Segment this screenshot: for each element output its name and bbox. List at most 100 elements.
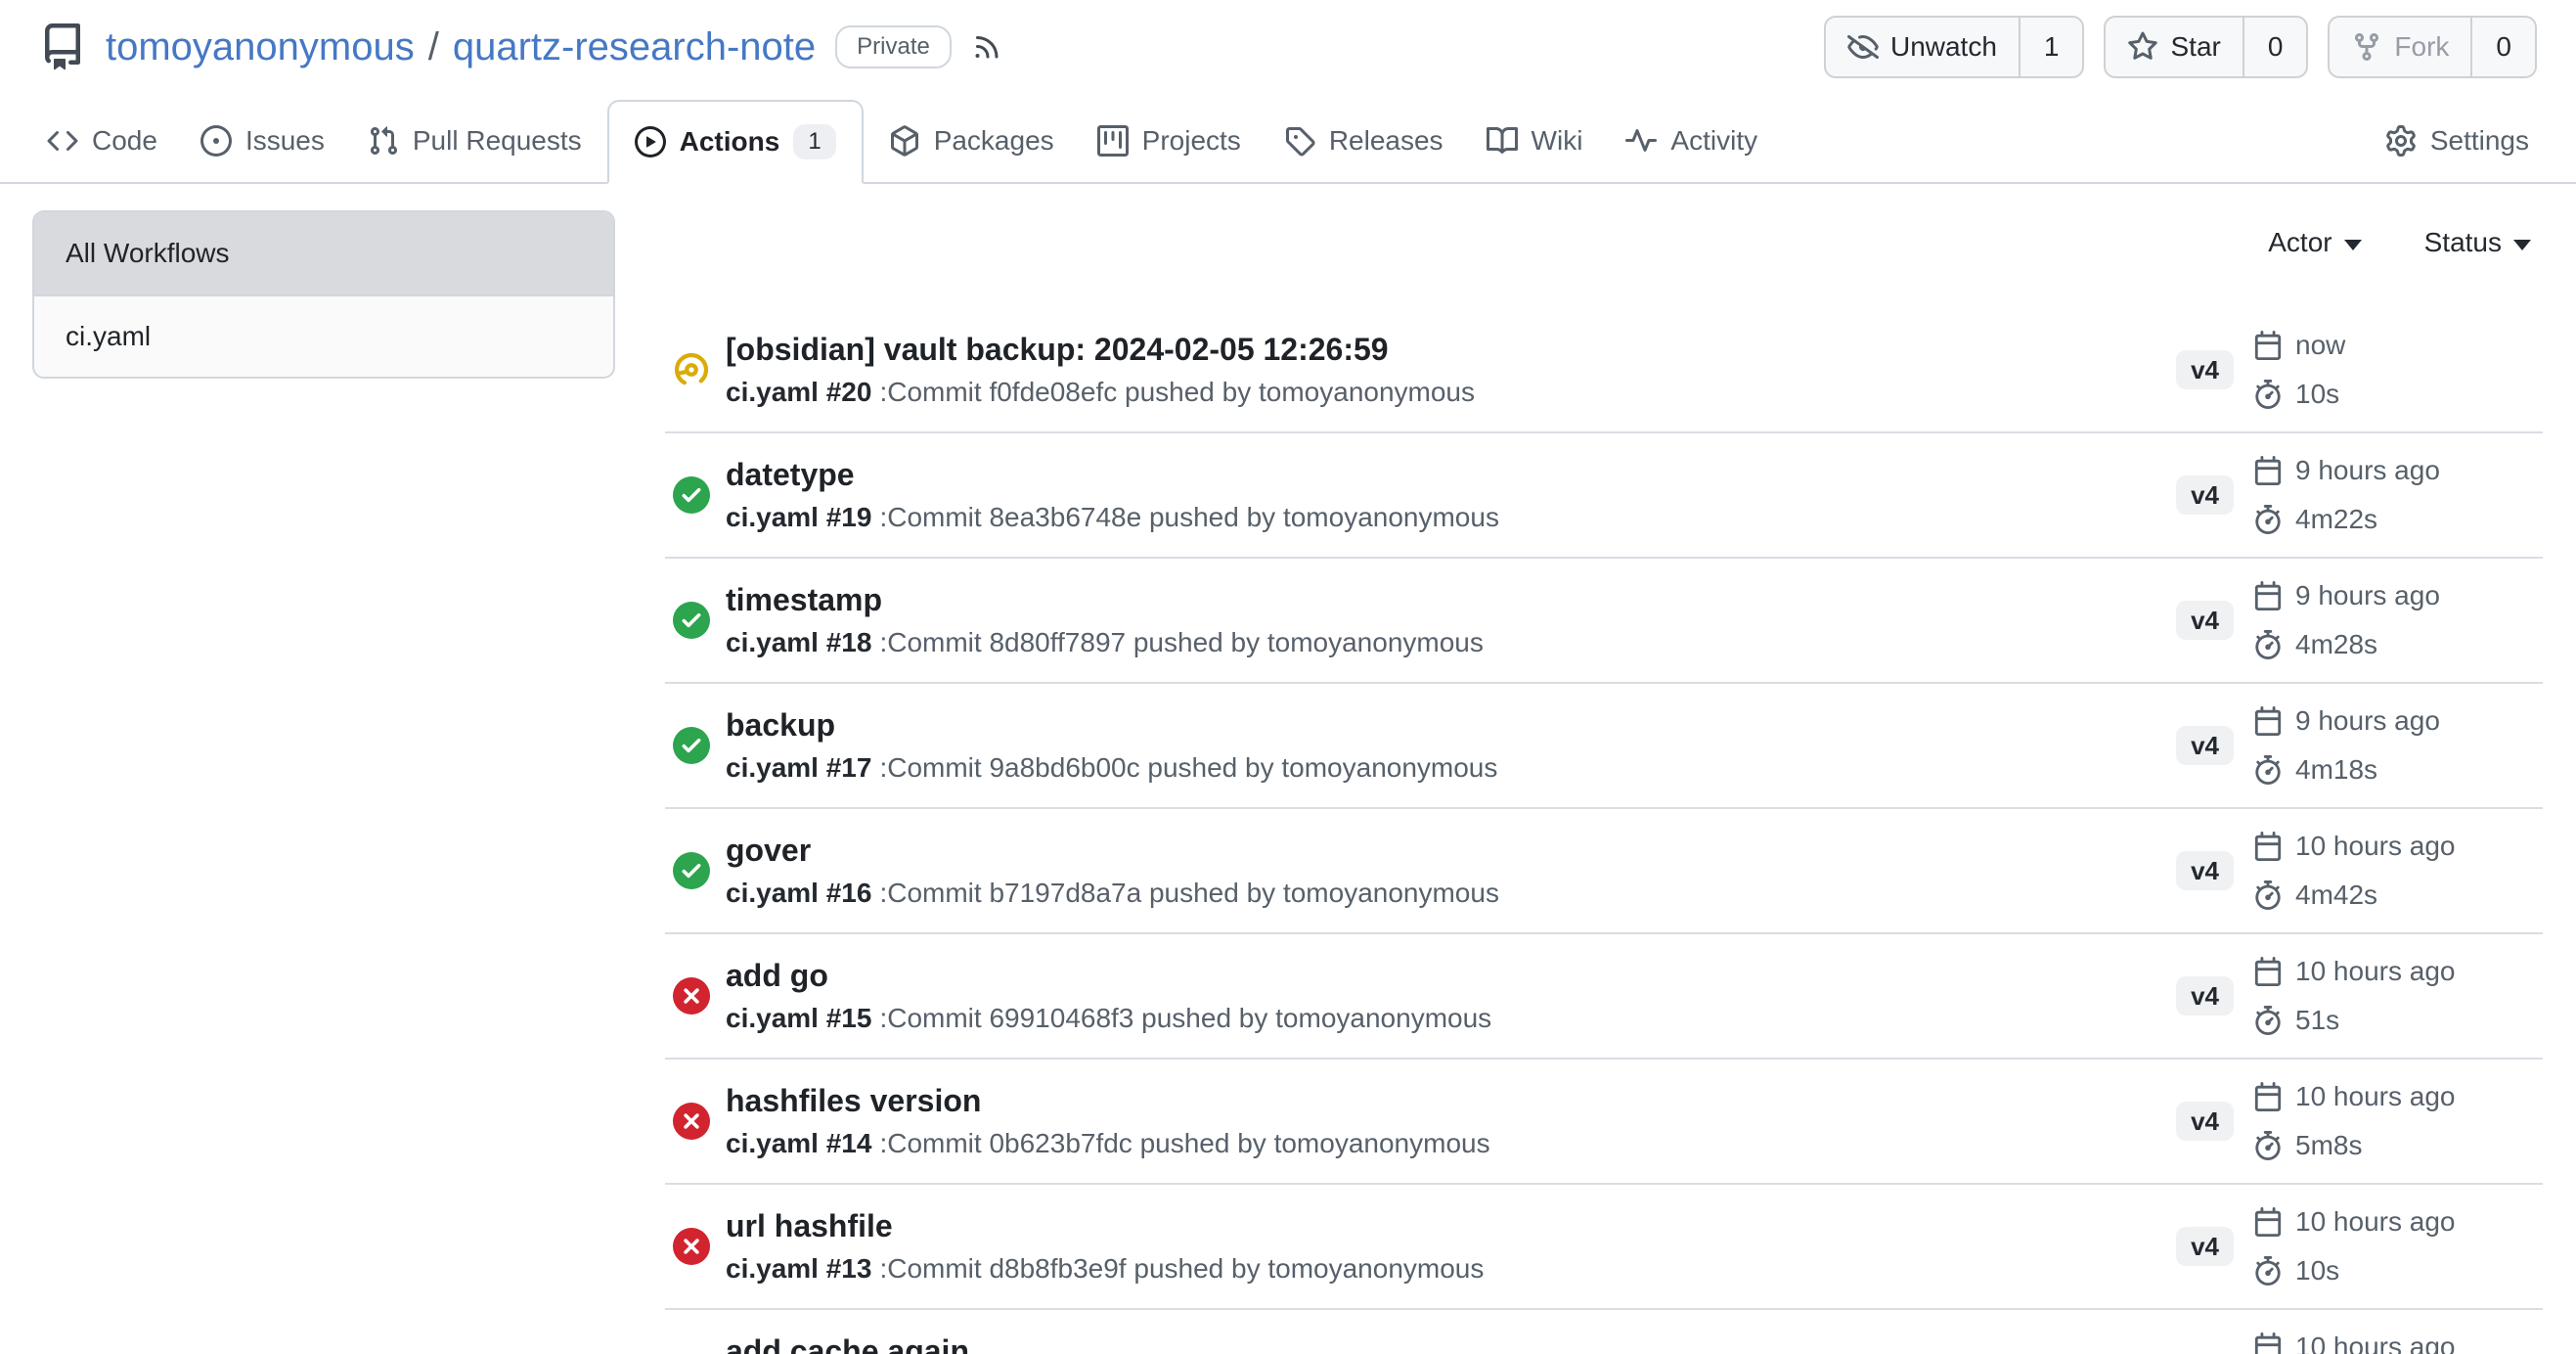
- runner-version-badge: v4: [2176, 1102, 2234, 1141]
- tab-pull-requests[interactable]: Pull Requests: [350, 100, 600, 182]
- run-time-ago: 10 hours ago: [2295, 1081, 2455, 1112]
- run-title-link[interactable]: timestamp: [726, 582, 2176, 618]
- actor-filter-dropdown[interactable]: Actor: [2268, 227, 2361, 258]
- stars-count[interactable]: 0: [2243, 18, 2307, 76]
- stopwatch-icon: [2253, 505, 2283, 534]
- sidebar-item-ci-yaml[interactable]: ci.yaml: [34, 294, 613, 377]
- run-workflow-ref: ci.yaml #16: [726, 878, 871, 908]
- run-title-link[interactable]: datetype: [726, 457, 2176, 493]
- run-started-line: 10 hours ago: [2253, 1329, 2543, 1354]
- runner-version-badge: v4: [2176, 601, 2234, 640]
- run-status-icon: [673, 602, 710, 639]
- run-title-link[interactable]: add go: [726, 958, 2176, 994]
- run-duration-line: 10s: [2253, 1252, 2543, 1289]
- unwatch-button[interactable]: Unwatch: [1826, 18, 2019, 76]
- tab-code[interactable]: Code: [29, 100, 175, 182]
- run-workflow-ref: ci.yaml #14: [726, 1128, 871, 1158]
- tab-actions[interactable]: Actions 1: [607, 100, 864, 184]
- tab-issues[interactable]: Issues: [183, 100, 342, 182]
- run-status-icon: [673, 476, 710, 514]
- run-title-link[interactable]: hashfiles version: [726, 1083, 2176, 1119]
- workflow-run-row[interactable]: [obsidian] vault backup: 2024-02-05 12:2…: [665, 308, 2543, 433]
- play-circle-icon: [635, 126, 666, 158]
- run-workflow-ref: ci.yaml #19: [726, 502, 871, 532]
- eye-closed-icon: [1847, 31, 1879, 63]
- run-time-column: now 10s: [2253, 327, 2543, 413]
- run-commit-info: :Commit d8b8fb3e9f pushed by tomoyanonym…: [879, 1253, 1484, 1284]
- run-meta: v4 9 hours ago 4m28s: [2176, 577, 2543, 663]
- run-duration: 4m28s: [2295, 629, 2377, 660]
- tab-wiki[interactable]: Wiki: [1469, 100, 1601, 182]
- run-title-link[interactable]: add cache again: [726, 1333, 2253, 1354]
- actions-count-badge: 1: [793, 124, 835, 159]
- tag-icon: [1284, 125, 1315, 157]
- workflow-run-row[interactable]: datetype ci.yaml #19:Commit 8ea3b6748e p…: [665, 433, 2543, 559]
- run-subtitle: ci.yaml #15:Commit 69910468f3 pushed by …: [726, 1003, 2176, 1034]
- repo-owner-link[interactable]: tomoyanonymous: [106, 25, 415, 69]
- workflows-sidebar: All Workflows ci.yaml: [32, 210, 615, 379]
- run-time-column: 10 hours ago 5m8s: [2253, 1078, 2543, 1164]
- check-circle-fill-icon: [673, 602, 710, 639]
- star-button[interactable]: Star: [2106, 18, 2242, 76]
- chevron-down-icon: [2344, 240, 2362, 250]
- tab-activity[interactable]: Activity: [1608, 100, 1775, 182]
- run-duration-line: 5m8s: [2253, 1127, 2543, 1164]
- run-main: datetype ci.yaml #19:Commit 8ea3b6748e p…: [726, 457, 2176, 533]
- runner-version-badge: v4: [2176, 350, 2234, 389]
- stopwatch-icon: [2253, 1256, 2283, 1286]
- tab-packages[interactable]: Packages: [871, 100, 1072, 182]
- rss-feed-icon[interactable]: [971, 31, 1002, 63]
- tab-settings[interactable]: Settings: [2368, 100, 2547, 182]
- run-title-link[interactable]: [obsidian] vault backup: 2024-02-05 12:2…: [726, 332, 2176, 368]
- workflow-run-row[interactable]: add cache again 10 hours ago: [665, 1310, 2543, 1354]
- calendar-icon: [2253, 1207, 2283, 1237]
- calendar-icon: [2253, 1332, 2283, 1354]
- workflow-run-row[interactable]: gover ci.yaml #16:Commit b7197d8a7a push…: [665, 809, 2543, 934]
- run-duration: 4m42s: [2295, 880, 2377, 911]
- tab-releases[interactable]: Releases: [1266, 100, 1461, 182]
- run-started-line: 9 hours ago: [2253, 577, 2543, 614]
- visibility-badge: Private: [835, 25, 952, 68]
- workflow-run-row[interactable]: add go ci.yaml #15:Commit 69910468f3 pus…: [665, 934, 2543, 1060]
- run-title-link[interactable]: url hashfile: [726, 1208, 2176, 1244]
- workflow-run-row[interactable]: hashfiles version ci.yaml #14:Commit 0b6…: [665, 1060, 2543, 1185]
- forks-count[interactable]: 0: [2470, 18, 2535, 76]
- stopwatch-icon: [2253, 1131, 2283, 1160]
- watchers-count[interactable]: 1: [2019, 18, 2083, 76]
- status-filter-dropdown[interactable]: Status: [2424, 227, 2531, 258]
- run-status-icon: [673, 1103, 710, 1140]
- run-commit-info: :Commit 8d80ff7897 pushed by tomoyanonym…: [879, 627, 1483, 657]
- calendar-icon: [2253, 581, 2283, 610]
- run-title-link[interactable]: gover: [726, 833, 2176, 869]
- run-started-line: now: [2253, 327, 2543, 364]
- breadcrumb-separator: /: [428, 25, 439, 69]
- runner-version-badge: v4: [2176, 851, 2234, 890]
- run-title-link[interactable]: backup: [726, 707, 2176, 744]
- workflow-run-row[interactable]: backup ci.yaml #17:Commit 9a8bd6b00c pus…: [665, 684, 2543, 809]
- chevron-down-icon: [2513, 240, 2531, 250]
- workflow-run-row[interactable]: timestamp ci.yaml #18:Commit 8d80ff7897 …: [665, 559, 2543, 684]
- sidebar-item-all-workflows[interactable]: All Workflows: [34, 212, 613, 294]
- run-status-icon: [673, 351, 710, 388]
- run-time-ago: now: [2295, 330, 2345, 361]
- run-time-ago: 9 hours ago: [2295, 580, 2440, 611]
- run-duration: 10s: [2295, 379, 2339, 410]
- run-duration-line: 4m28s: [2253, 626, 2543, 663]
- run-time-column: 9 hours ago 4m28s: [2253, 577, 2543, 663]
- repo-name-link[interactable]: quartz-research-note: [453, 25, 816, 69]
- tab-projects[interactable]: Projects: [1080, 100, 1259, 182]
- run-subtitle: ci.yaml #19:Commit 8ea3b6748e pushed by …: [726, 502, 2176, 533]
- run-time-ago: 9 hours ago: [2295, 455, 2440, 486]
- fork-button[interactable]: Fork: [2330, 18, 2470, 76]
- workflow-run-row[interactable]: url hashfile ci.yaml #13 :Commit d8b8fb3e…: [665, 1185, 2543, 1310]
- run-duration: 4m18s: [2295, 754, 2377, 786]
- run-workflow-ref: ci.yaml #13: [726, 1253, 871, 1284]
- runner-version-badge: v4: [2176, 976, 2234, 1016]
- code-icon: [47, 125, 78, 157]
- run-main: add cache again: [726, 1333, 2253, 1354]
- x-circle-fill-icon: [673, 1228, 710, 1265]
- run-duration-line: 4m42s: [2253, 877, 2543, 914]
- check-circle-fill-icon: [673, 476, 710, 514]
- run-time-ago: 10 hours ago: [2295, 956, 2455, 987]
- run-started-line: 10 hours ago: [2253, 1078, 2543, 1115]
